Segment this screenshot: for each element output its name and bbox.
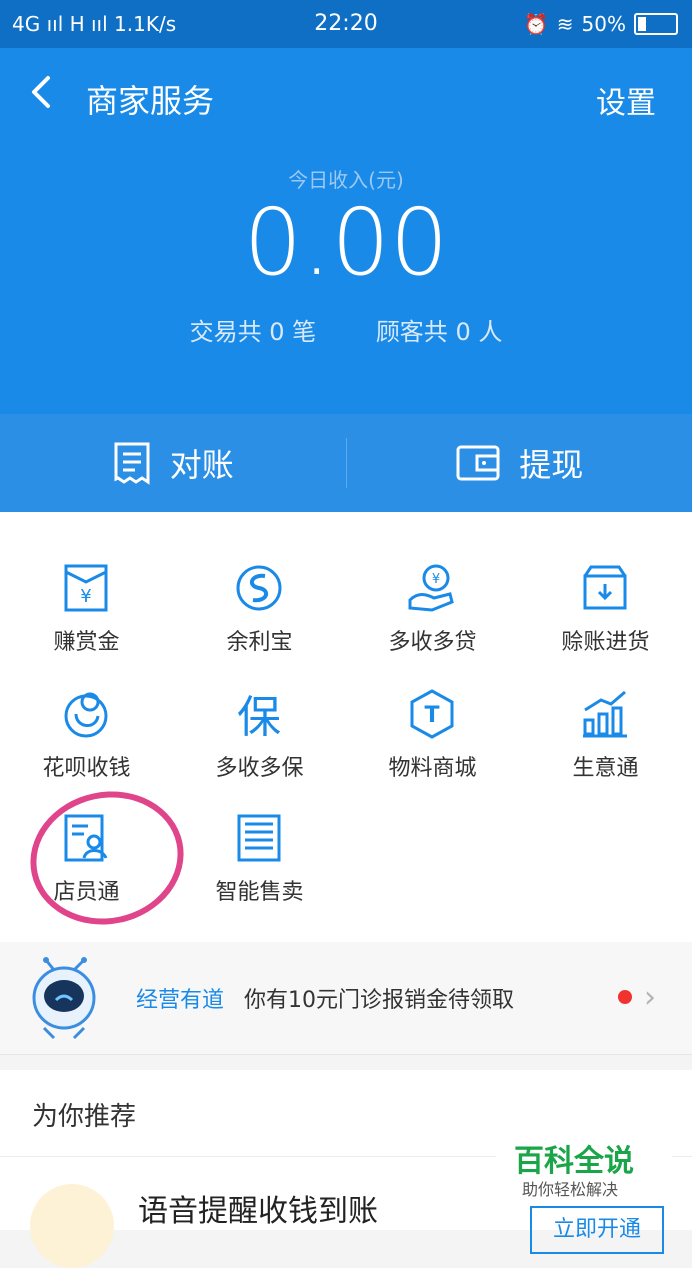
daily-stats: 交易共 0 笔 顾客共 0 人 [0, 312, 692, 347]
robot-mascot-icon [30, 956, 98, 1040]
box-icon [579, 562, 631, 614]
reconcile-button[interactable]: 对账 [0, 414, 346, 512]
wallet-icon [455, 444, 501, 482]
chevron-left-icon [28, 74, 54, 110]
activate-button[interactable]: 立即开通 [530, 1206, 664, 1254]
service-label: 多收多保 [173, 750, 346, 782]
alarm-icon: ⏰ [524, 12, 549, 36]
battery-icon [634, 13, 678, 35]
service-item-huabeishouqian[interactable]: 花呗收钱 [0, 678, 173, 798]
service-label: 赊账进货 [519, 624, 692, 656]
income-value: 0.00 [0, 188, 692, 298]
service-label: 生意通 [519, 750, 692, 782]
service-item-yulibao[interactable]: 余利宝 [173, 552, 346, 672]
huabei-icon [60, 688, 112, 740]
watermark: 百科全说 助你轻松解决 [496, 1128, 672, 1200]
notice-tag: 经营有道 [136, 982, 224, 1014]
withdraw-label: 提现 [519, 440, 583, 486]
service-item-zhinengshoumai[interactable]: 智能售卖 [173, 802, 346, 922]
withdraw-button[interactable]: 提现 [347, 414, 692, 512]
bao-icon: 保 [233, 688, 285, 740]
watermark-title: 百科全说 [514, 1136, 634, 1180]
service-label: 花呗收钱 [0, 750, 173, 782]
service-item-duoshouduobao[interactable]: 保 多收多保 [173, 678, 346, 798]
service-label: 多收多贷 [346, 624, 519, 656]
service-item-duoshouduodai[interactable]: ¥ 多收多贷 [346, 552, 519, 672]
back-button[interactable] [28, 74, 54, 119]
hand-money-icon: ¥ [406, 562, 458, 614]
watermark-subtitle: 助你轻松解决 [522, 1176, 618, 1200]
envelope-yuan-icon: ¥ [60, 562, 112, 614]
transaction-count: 交易共 0 笔 [190, 318, 317, 346]
merchant-header: 商家服务 设置 今日收入(元) 0.00 交易共 0 笔 顾客共 0 人 [0, 48, 692, 414]
register-icon [233, 812, 285, 864]
svg-text:¥: ¥ [432, 572, 440, 587]
page-title: 商家服务 [86, 76, 214, 122]
unread-dot [618, 990, 632, 1004]
status-right: ⏰ ≋ 50% [524, 12, 678, 36]
service-item-wuliaoshangcheng[interactable]: T 物料商城 [346, 678, 519, 798]
recommend-item-title: 语音提醒收钱到账 [138, 1186, 378, 1230]
t-badge-icon: T [406, 688, 458, 740]
service-label: 赚赏金 [0, 624, 173, 656]
battery-percent: 50% [582, 12, 626, 36]
status-bar: 4G ııl H ııl 1.1K/s 22:20 ⏰ ≋ 50% [0, 0, 692, 48]
reconcile-label: 对账 [170, 440, 234, 486]
service-label: 物料商城 [346, 750, 519, 782]
bar-chart-icon [579, 688, 631, 740]
chevron-right-icon: › [644, 980, 656, 1015]
service-item-zhuanshangjin[interactable]: ¥ 赚赏金 [0, 552, 173, 672]
wifi-icon: ≋ [557, 12, 574, 36]
notice-bar[interactable]: 经营有道 你有10元门诊报销金待领取 › [0, 942, 692, 1055]
voice-alert-icon [30, 1184, 114, 1268]
settings-button[interactable]: 设置 [596, 78, 656, 122]
svg-text:T: T [424, 703, 439, 728]
service-label: 智能售卖 [173, 874, 346, 906]
swirl-icon [233, 562, 285, 614]
svg-text:保: 保 [237, 692, 281, 740]
svg-text:¥: ¥ [80, 586, 91, 607]
receipt-icon [112, 441, 152, 485]
service-item-shezhangjinhuo[interactable]: 赊账进货 [519, 552, 692, 672]
service-label: 余利宝 [173, 624, 346, 656]
notice-message: 你有10元门诊报销金待领取 [244, 982, 514, 1014]
service-item-shengyitong[interactable]: 生意通 [519, 678, 692, 798]
recommend-title: 为你推荐 [32, 1096, 136, 1133]
action-bar: 对账 提现 [0, 414, 692, 512]
customer-count: 顾客共 0 人 [376, 318, 503, 346]
